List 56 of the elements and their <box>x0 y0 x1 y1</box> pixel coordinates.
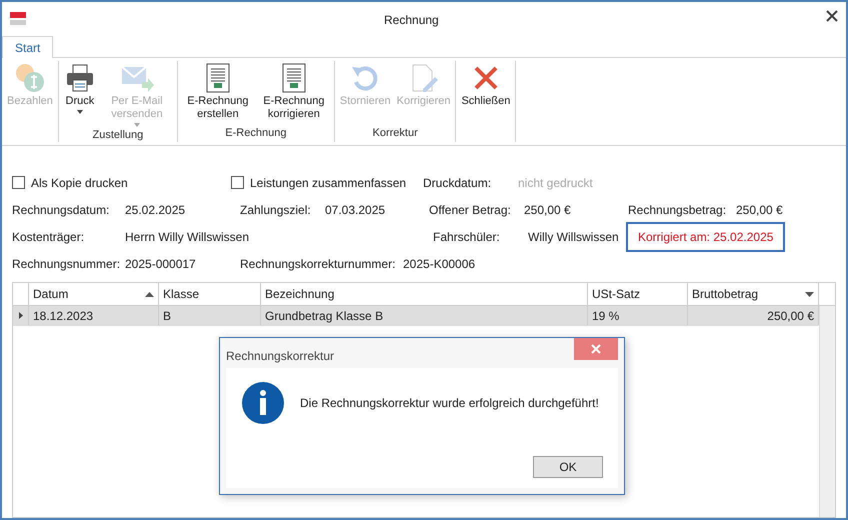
column-header[interactable]: Bruttobetrag <box>688 283 819 305</box>
table-cell: 19 % <box>588 306 688 325</box>
ribbon-tab[interactable]: Start <box>2 36 54 58</box>
field-value: 2025-K00006 <box>403 256 476 272</box>
field-label: Rechnungskorrekturnummer: <box>240 256 396 272</box>
field-label: Rechnungsdatum: <box>12 202 110 218</box>
close-icon <box>591 344 601 354</box>
ok-button[interactable]: OK <box>533 456 603 478</box>
dialog-message: Die Rechnungskorrektur wurde erfolgreich durchgeführt! <box>300 395 599 412</box>
table-row[interactable]: 18.12.2023 B Grundbetrag Klasse B 19 % 250,00 € <box>13 306 819 326</box>
field-label: Zahlungsziel: <box>240 202 312 218</box>
field-value: Herrn Willy Willswissen <box>125 228 250 246</box>
field-value: 2025-000017 <box>125 256 197 272</box>
document-icon <box>282 63 306 93</box>
table-cell: 18.12.2023 <box>29 306 159 325</box>
table-cell: B <box>159 306 261 325</box>
ribbon-button[interactable]: E-Rechnung korrigieren <box>256 61 332 124</box>
table-cell: Grundbetrag Klasse B <box>261 306 588 325</box>
field-label: Rechnungsbetrag: <box>628 202 728 218</box>
close-button[interactable] <box>574 338 618 360</box>
checkbox-label: Leistungen zusammenfassen <box>250 174 406 192</box>
field-value: 250,00 € <box>524 202 572 218</box>
column-header[interactable]: Klasse <box>159 283 261 305</box>
ribbon-button[interactable]: Druck <box>60 61 99 127</box>
info-icon <box>242 382 284 424</box>
window-title: Rechnung <box>384 12 439 29</box>
checkbox[interactable] <box>231 176 244 189</box>
group-label: Korrektur <box>372 126 418 140</box>
field-value: nicht gedruckt <box>518 174 593 192</box>
group-label: E-Rechnung <box>225 126 286 140</box>
field-label: Rechnungsnummer: <box>12 256 122 272</box>
field-value: Willy Willswissen <box>528 228 620 246</box>
checkbox[interactable] <box>12 176 25 189</box>
field-label: Offener Betrag: <box>429 202 512 218</box>
column-header[interactable]: Bezeichnung <box>261 283 588 305</box>
coins-icon <box>14 62 46 94</box>
scrollbar[interactable] <box>819 306 835 517</box>
field-value: 07.03.2025 <box>325 202 386 218</box>
close-icon[interactable] <box>826 10 838 22</box>
app-logo-icon <box>10 12 26 26</box>
row-pointer-icon <box>18 312 22 319</box>
field-value: 25.02.2025 <box>125 202 186 218</box>
dialog-title: Rechnungskorrektur <box>226 348 334 365</box>
column-header[interactable]: USt-Satz <box>588 283 688 305</box>
document-icon <box>206 63 230 93</box>
checkbox-label: Als Kopie drucken <box>31 174 128 192</box>
field-label: Fahrschüler: <box>433 228 501 246</box>
ribbon-button[interactable]: Schließen <box>458 61 514 142</box>
field-label: Kostenträger: <box>12 228 86 246</box>
ribbon-button[interactable]: E-Rechnung erstellen <box>180 61 256 124</box>
close-icon <box>472 65 499 91</box>
group-label: Zustellung <box>92 128 144 143</box>
corrected-badge: Korrigiert am: 25.02.2025 <box>626 222 786 252</box>
column-header[interactable]: Datum <box>29 283 159 305</box>
field-value: 250,00 € <box>736 202 784 218</box>
field-label: Druckdatum: <box>423 174 492 192</box>
